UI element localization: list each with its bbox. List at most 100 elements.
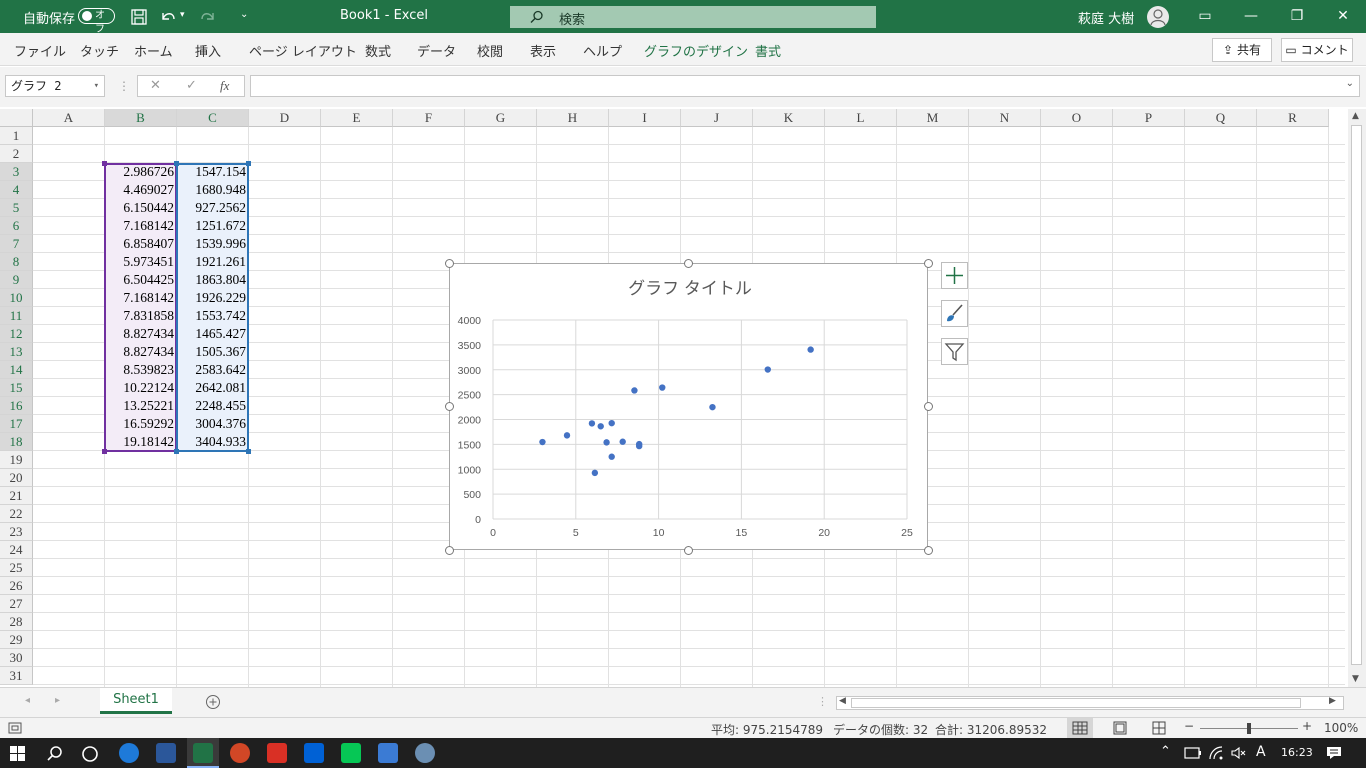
clock[interactable]: 16:23 bbox=[1281, 746, 1313, 759]
chart-resize-handle-ne[interactable] bbox=[923, 258, 933, 268]
tab-home[interactable]: ホーム bbox=[134, 41, 173, 60]
row-header-4[interactable]: 4 bbox=[0, 181, 33, 199]
row-header-17[interactable]: 17 bbox=[0, 415, 33, 433]
status-sum[interactable]: 合計: 31206.89532 bbox=[935, 721, 1047, 738]
save-icon[interactable] bbox=[130, 8, 148, 26]
tab-file[interactable]: ファイル bbox=[14, 41, 66, 60]
row-header-9[interactable]: 9 bbox=[0, 271, 33, 289]
redo-icon[interactable] bbox=[198, 8, 218, 26]
row-header-16[interactable]: 16 bbox=[0, 397, 33, 415]
chart-resize-handle-e[interactable] bbox=[923, 402, 933, 411]
row-header-28[interactable]: 28 bbox=[0, 613, 33, 631]
volume-muted-icon[interactable] bbox=[1230, 746, 1246, 760]
row-header-3[interactable]: 3 bbox=[0, 163, 33, 181]
horizontal-scroll-thumb[interactable] bbox=[851, 698, 1301, 708]
minimize-button[interactable]: — bbox=[1228, 0, 1274, 33]
tab-page-layout[interactable]: ページ レイアウト bbox=[249, 41, 357, 60]
column-header-f[interactable]: F bbox=[393, 109, 465, 127]
name-box-dropdown-icon[interactable]: ▾ bbox=[94, 76, 99, 96]
row-header-25[interactable]: 25 bbox=[0, 559, 33, 577]
share-button[interactable]: ⇪ 共有 bbox=[1212, 38, 1272, 62]
excel-taskbar-item[interactable] bbox=[187, 738, 219, 768]
chart-resize-handle-se[interactable] bbox=[923, 545, 933, 555]
tab-touch[interactable]: タッチ bbox=[80, 41, 119, 60]
chart-resize-handle-s[interactable] bbox=[684, 545, 693, 555]
row-header-11[interactable]: 11 bbox=[0, 307, 33, 325]
windows-start-icon[interactable] bbox=[10, 746, 26, 762]
chart-filters-button[interactable] bbox=[941, 338, 968, 365]
horizontal-scrollbar[interactable]: ◀ ▶ bbox=[836, 696, 1344, 710]
avatar[interactable] bbox=[1147, 6, 1169, 28]
next-sheet-icon[interactable]: ▸ bbox=[55, 695, 60, 706]
row-header-31[interactable]: 31 bbox=[0, 667, 33, 685]
row-header-20[interactable]: 20 bbox=[0, 469, 33, 487]
photos-icon[interactable] bbox=[378, 743, 398, 763]
row-header-15[interactable]: 15 bbox=[0, 379, 33, 397]
page-break-view-icon[interactable] bbox=[1151, 721, 1167, 735]
comment-button[interactable]: ▭ コメント bbox=[1281, 38, 1353, 62]
row-header-13[interactable]: 13 bbox=[0, 343, 33, 361]
column-header-a[interactable]: A bbox=[33, 109, 105, 127]
column-header-j[interactable]: J bbox=[681, 109, 753, 127]
row-header-7[interactable]: 7 bbox=[0, 235, 33, 253]
column-header-m[interactable]: M bbox=[897, 109, 969, 127]
column-header-r[interactable]: R bbox=[1257, 109, 1329, 127]
notifications-icon[interactable] bbox=[1325, 745, 1343, 761]
battery-icon[interactable] bbox=[1184, 747, 1202, 759]
customize-qat-icon[interactable]: ⌄ bbox=[240, 9, 248, 20]
edge-icon[interactable] bbox=[119, 743, 139, 763]
row-header-29[interactable]: 29 bbox=[0, 631, 33, 649]
row-header-26[interactable]: 26 bbox=[0, 577, 33, 595]
column-header-i[interactable]: I bbox=[609, 109, 681, 127]
accessibility-icon[interactable] bbox=[8, 722, 22, 734]
sheet-tab-sheet1[interactable]: Sheet1 bbox=[100, 688, 172, 714]
chart-resize-handle-nw[interactable] bbox=[444, 258, 454, 268]
scroll-down-icon[interactable]: ▼ bbox=[1352, 674, 1359, 684]
zoom-slider-thumb[interactable] bbox=[1247, 723, 1251, 734]
more-icon[interactable]: ⋮ bbox=[118, 79, 130, 93]
row-header-18[interactable]: 18 bbox=[0, 433, 33, 451]
row-header-8[interactable]: 8 bbox=[0, 253, 33, 271]
row-header-6[interactable]: 6 bbox=[0, 217, 33, 235]
row-header-1[interactable]: 1 bbox=[0, 127, 33, 145]
zoom-level[interactable]: 100% bbox=[1324, 721, 1358, 735]
zoom-in-icon[interactable]: + bbox=[1302, 719, 1312, 733]
chart-resize-handle-w[interactable] bbox=[444, 402, 454, 411]
column-header-b[interactable]: B bbox=[105, 109, 177, 127]
vertical-scroll-thumb[interactable] bbox=[1351, 125, 1362, 665]
scroll-right-icon[interactable]: ▶ bbox=[1329, 696, 1336, 706]
range-sizing-handle[interactable] bbox=[246, 449, 251, 454]
scatter-chart[interactable]: グラフ タイトル 0 500 1000 1500 2000 2500 3000 3500 4000… bbox=[449, 263, 928, 550]
cancel-icon[interactable]: ✕ bbox=[150, 78, 161, 93]
prev-sheet-icon[interactable]: ◂ bbox=[25, 695, 30, 706]
tab-formulas[interactable]: 数式 bbox=[365, 41, 391, 60]
status-average[interactable]: 平均: 975.2154789 bbox=[711, 721, 823, 738]
row-header-23[interactable]: 23 bbox=[0, 523, 33, 541]
row-header-30[interactable]: 30 bbox=[0, 649, 33, 667]
formula-input[interactable]: ⌄ bbox=[250, 75, 1360, 97]
chart-resize-handle-sw[interactable] bbox=[444, 545, 454, 555]
wifi-icon[interactable] bbox=[1208, 745, 1224, 761]
column-header-g[interactable]: G bbox=[465, 109, 537, 127]
row-header-14[interactable]: 14 bbox=[0, 361, 33, 379]
page-layout-view-icon[interactable] bbox=[1112, 721, 1128, 735]
show-hidden-icons[interactable]: ⌃ bbox=[1160, 744, 1171, 759]
ime-indicator[interactable]: A bbox=[1256, 744, 1266, 760]
tab-review[interactable]: 校閲 bbox=[477, 41, 503, 60]
tab-view[interactable]: 表示 bbox=[530, 41, 556, 60]
tab-help[interactable]: ヘルプ bbox=[583, 41, 622, 60]
tab-data[interactable]: データ bbox=[417, 41, 456, 60]
range-sizing-handle[interactable] bbox=[246, 161, 251, 166]
vertical-scrollbar[interactable]: ▲ ▼ bbox=[1348, 109, 1366, 687]
column-header-e[interactable]: E bbox=[321, 109, 393, 127]
range-sizing-handle[interactable] bbox=[102, 161, 107, 166]
insert-function-icon[interactable]: fx bbox=[220, 78, 229, 94]
search-box[interactable]: 検索 bbox=[510, 6, 876, 28]
column-header-o[interactable]: O bbox=[1041, 109, 1113, 127]
row-header-27[interactable]: 27 bbox=[0, 595, 33, 613]
ribbon-display-options-icon[interactable]: ▭ bbox=[1182, 0, 1228, 33]
chart-elements-button[interactable] bbox=[941, 262, 968, 289]
restore-button[interactable]: ❐ bbox=[1274, 0, 1320, 33]
tab-chart-design[interactable]: グラフのデザイン bbox=[644, 41, 748, 60]
column-header-n[interactable]: N bbox=[969, 109, 1041, 127]
